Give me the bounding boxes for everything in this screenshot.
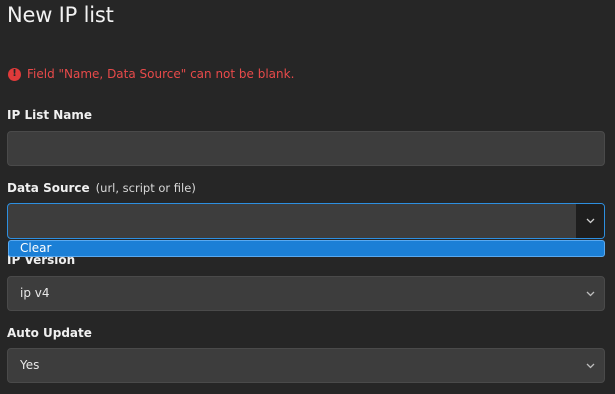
data-source-hint: (url, script or file) — [95, 181, 196, 195]
auto-update-select[interactable]: Yes — [7, 348, 605, 383]
chevron-down-icon[interactable] — [576, 349, 604, 382]
auto-update-value: Yes — [20, 358, 40, 372]
error-banner: ! Field "Name, Data Source" can not be b… — [8, 67, 294, 81]
ip-list-name-label-text: IP List Name — [7, 108, 93, 122]
data-source-label-text: Data Source — [7, 181, 90, 195]
chevron-down-icon[interactable] — [576, 204, 604, 238]
exclamation-circle-icon: ! — [8, 67, 21, 81]
dropdown-option-label: Clear — [20, 241, 52, 255]
auto-update-label: Auto Update — [7, 326, 92, 340]
data-source-label: Data Source (url, script or file) — [7, 181, 196, 195]
auto-update-label-text: Auto Update — [7, 326, 92, 340]
data-source-select[interactable] — [7, 203, 605, 239]
ip-list-name-label: IP List Name — [7, 108, 92, 122]
error-message: Field "Name, Data Source" can not be bla… — [27, 67, 295, 81]
ip-version-select[interactable]: ip v4 — [7, 276, 605, 311]
page-title: New IP list — [7, 3, 114, 27]
data-source-dropdown-option-clear[interactable]: Clear — [8, 240, 605, 257]
new-ip-list-page: New IP list ! Field "Name, Data Source" … — [0, 0, 615, 394]
chevron-down-icon[interactable] — [576, 277, 604, 310]
ip-list-name-input[interactable] — [7, 131, 605, 166]
ip-version-value: ip v4 — [20, 286, 50, 300]
